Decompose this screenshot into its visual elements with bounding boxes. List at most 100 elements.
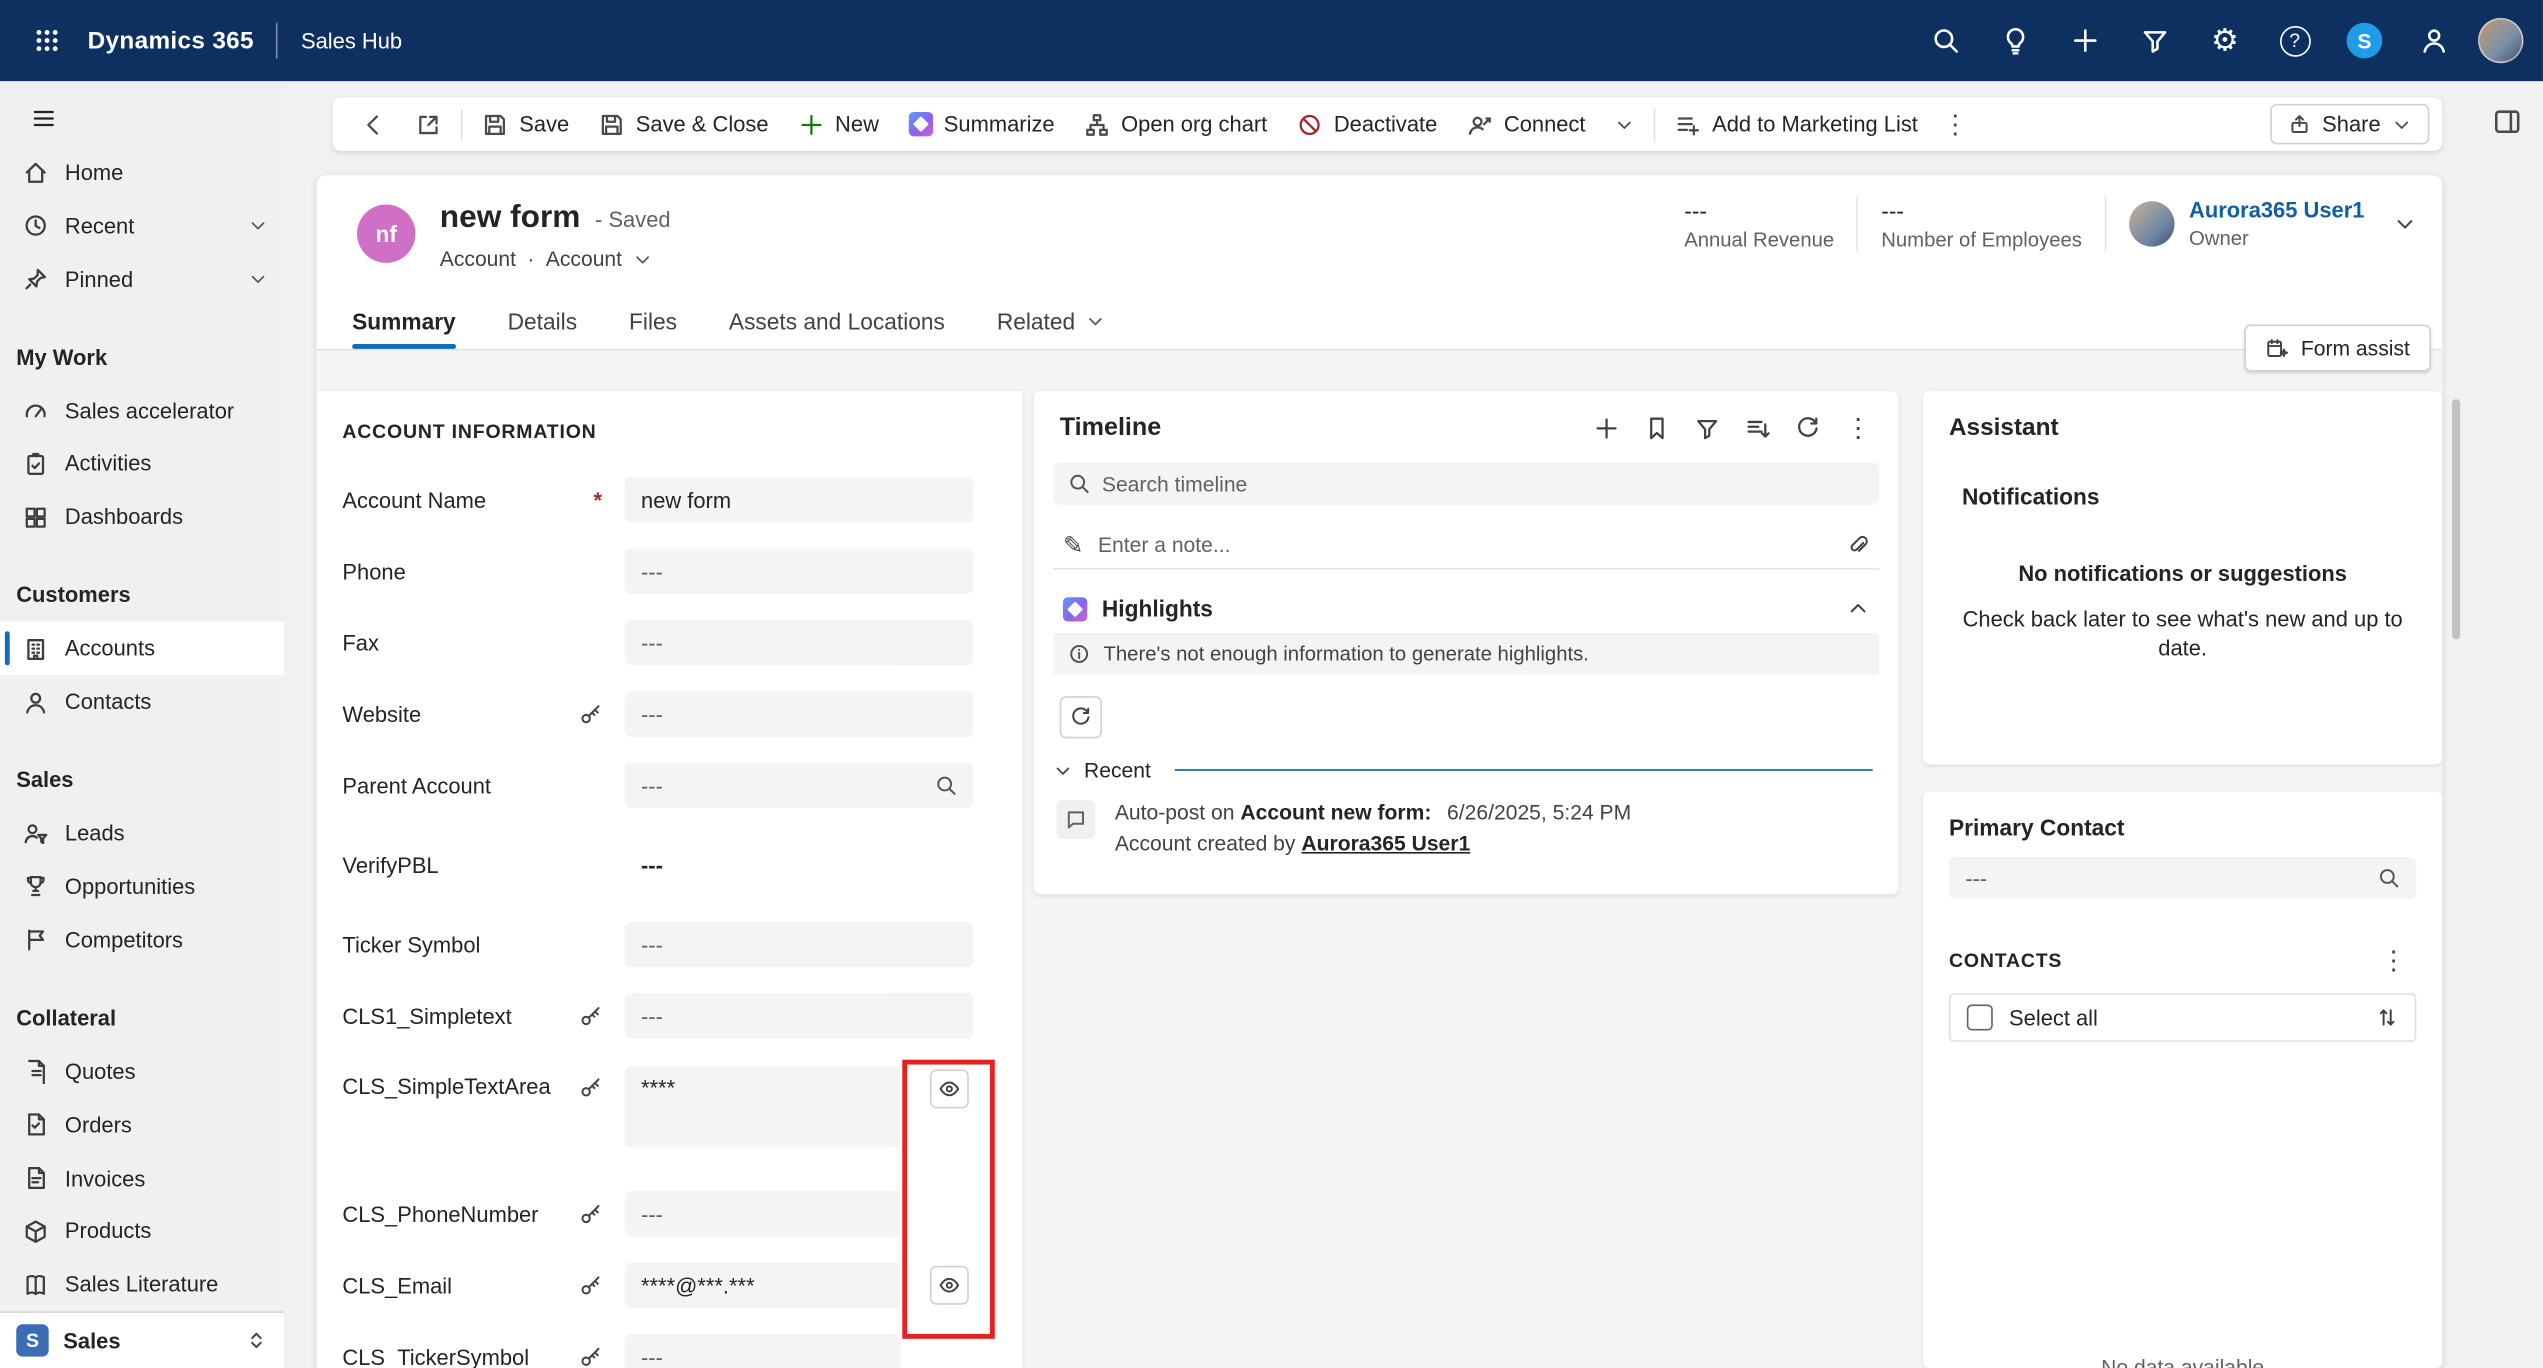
entry-user-link[interactable]: Aurora365 User1 [1301,831,1470,855]
owner-link[interactable]: Aurora365 User1 [2189,198,2364,222]
lookup-search-icon[interactable] [2377,867,2400,890]
open-in-new-window-button[interactable] [401,103,456,145]
trophy-icon [23,874,49,900]
search-timeline-input[interactable]: Search timeline [1053,462,1879,504]
search-icon[interactable] [1920,15,1972,67]
save-status: - Saved [595,208,671,232]
sidebar-item-quotes[interactable]: Quotes [0,1045,284,1098]
sidebar-item-orders[interactable]: Orders [0,1098,284,1151]
refresh-timeline-icon[interactable] [1787,407,1829,449]
timeline-entry-autopost[interactable]: Auto-post on Account new form: 6/26/2025… [1056,800,1872,855]
website-input[interactable]: --- [625,691,974,736]
tab-summary[interactable]: Summary [352,292,456,349]
tab-details[interactable]: Details [508,292,577,349]
sitemap-collapse-icon[interactable] [16,94,71,143]
skype-icon[interactable]: S [2338,15,2390,67]
filter-icon[interactable] [2129,15,2181,67]
sidebar-item-opportunities[interactable]: Opportunities [0,860,284,913]
save-and-close-button[interactable]: Save & Close [584,103,783,145]
sidebar-item-products[interactable]: Products [0,1205,284,1258]
copilot-side-pane-icon[interactable] [2486,101,2528,143]
app-name[interactable]: Sales Hub [301,28,402,52]
cls1-simpletext-input[interactable]: --- [625,993,974,1038]
account-name-input[interactable]: new form [625,477,974,522]
sidebar-item-dashboards[interactable]: Dashboards [0,491,284,544]
chevron-down-icon[interactable] [248,216,267,235]
sidebar-item-activities[interactable]: Activities [0,437,284,490]
back-button[interactable] [346,103,401,145]
sidebar-item-leads[interactable]: Leads [0,807,284,860]
building-icon [23,636,49,662]
deactivate-button[interactable]: Deactivate [1282,103,1452,145]
lookup-search-icon[interactable] [935,774,958,797]
tab-related[interactable]: Related [997,292,1105,349]
app-launcher-waffle-icon[interactable] [19,13,74,68]
tab-assets-and-locations[interactable]: Assets and Locations [729,292,945,349]
collapse-recent-chevron[interactable] [1053,760,1072,779]
reveal-masked-value-eye-button[interactable] [930,1069,969,1108]
filter-timeline-icon[interactable] [1686,407,1728,449]
assistant-empty-title: No notifications or suggestions [1949,561,2416,585]
sidebar-item-pinned[interactable]: Pinned [0,253,284,306]
add-to-marketing-list-button[interactable]: Add to Marketing List [1660,103,1932,145]
phone-input[interactable]: --- [625,549,974,594]
sidebar-item-accounts[interactable]: Accounts [0,622,284,675]
reveal-masked-value-eye-button[interactable] [930,1266,969,1305]
person-presence-icon[interactable] [2408,15,2460,67]
cls-email-input[interactable]: ****@***.*** [625,1263,901,1308]
quick-create-plus-icon[interactable] [2059,15,2111,67]
fax-input[interactable]: --- [625,620,974,665]
account-information-section: ACCOUNT INFORMATION Account Name * new f… [316,391,1022,1368]
sidebar-item-contacts[interactable]: Contacts [0,675,284,728]
select-all-checkbox[interactable] [1967,1005,1993,1031]
collapse-highlights-chevron[interactable] [1847,597,1870,620]
area-switcher[interactable]: S Sales [0,1312,284,1368]
lightbulb-icon[interactable] [1990,15,2042,67]
required-asterisk: * [594,488,603,512]
primary-contact-lookup[interactable]: --- [1949,857,2416,899]
sidebar-item-sales-literature[interactable]: Sales Literature [0,1258,284,1311]
open-org-chart-button[interactable]: Open org chart [1069,103,1282,145]
sidebar-item-home[interactable]: Home [0,146,284,199]
parent-account-lookup[interactable]: --- [625,763,974,808]
save-button[interactable]: Save [467,103,583,145]
more-commands-icon[interactable]: ⋮ [1933,108,1978,140]
connect-button[interactable]: Connect [1452,103,1600,145]
enter-note-input[interactable]: ✎ Enter a note... [1053,521,1879,570]
share-button[interactable]: Share [2270,104,2429,145]
cls-phonenumber-input[interactable]: --- [625,1191,901,1236]
help-icon[interactable]: ? [2269,15,2321,67]
tab-files[interactable]: Files [629,292,677,349]
sidebar-item-invoices[interactable]: Invoices [0,1152,284,1205]
attach-paperclip-icon[interactable] [1847,533,1870,556]
owner-avatar[interactable] [2129,201,2174,246]
sidebar-item-sales-accelerator[interactable]: Sales accelerator [0,384,284,437]
contacts-more-icon[interactable]: ⋮ [2371,944,2416,976]
header-expand-chevron[interactable] [2394,213,2417,236]
form-selector[interactable]: Account [546,247,622,271]
timeline-more-icon[interactable]: ⋮ [1837,407,1879,449]
create-timeline-record-plus-icon[interactable] [1585,407,1627,449]
secured-field-key-icon [579,1345,602,1368]
sidebar-item-recent[interactable]: Recent [0,199,284,252]
secured-field-key-icon [579,1274,602,1297]
regenerate-highlights-button[interactable] [1060,696,1102,738]
new-button[interactable]: New [783,103,893,145]
cls-tickersymbol-input[interactable]: --- [625,1334,901,1368]
form-assist-button[interactable]: Form assist [2244,325,2431,372]
summarize-button[interactable]: Summarize [894,103,1070,145]
bookmark-icon[interactable] [1636,407,1678,449]
sort-icon[interactable] [2376,1006,2399,1029]
ticker-symbol-input[interactable]: --- [625,922,974,967]
vertical-scrollbar-thumb[interactable] [2452,399,2460,639]
user-avatar[interactable] [2478,18,2523,63]
chevron-down-icon[interactable] [248,270,267,289]
cls-simpletextarea-input[interactable]: **** [625,1066,901,1147]
clipboard-icon [23,451,49,477]
expand-records-icon[interactable] [1736,407,1778,449]
brand-title[interactable]: Dynamics 365 [88,27,254,55]
clock-icon [23,213,49,239]
command-overflow-chevron[interactable] [1600,103,1649,145]
sidebar-item-competitors[interactable]: Competitors [0,913,284,966]
settings-gear-icon[interactable]: ⚙ [2199,15,2251,67]
